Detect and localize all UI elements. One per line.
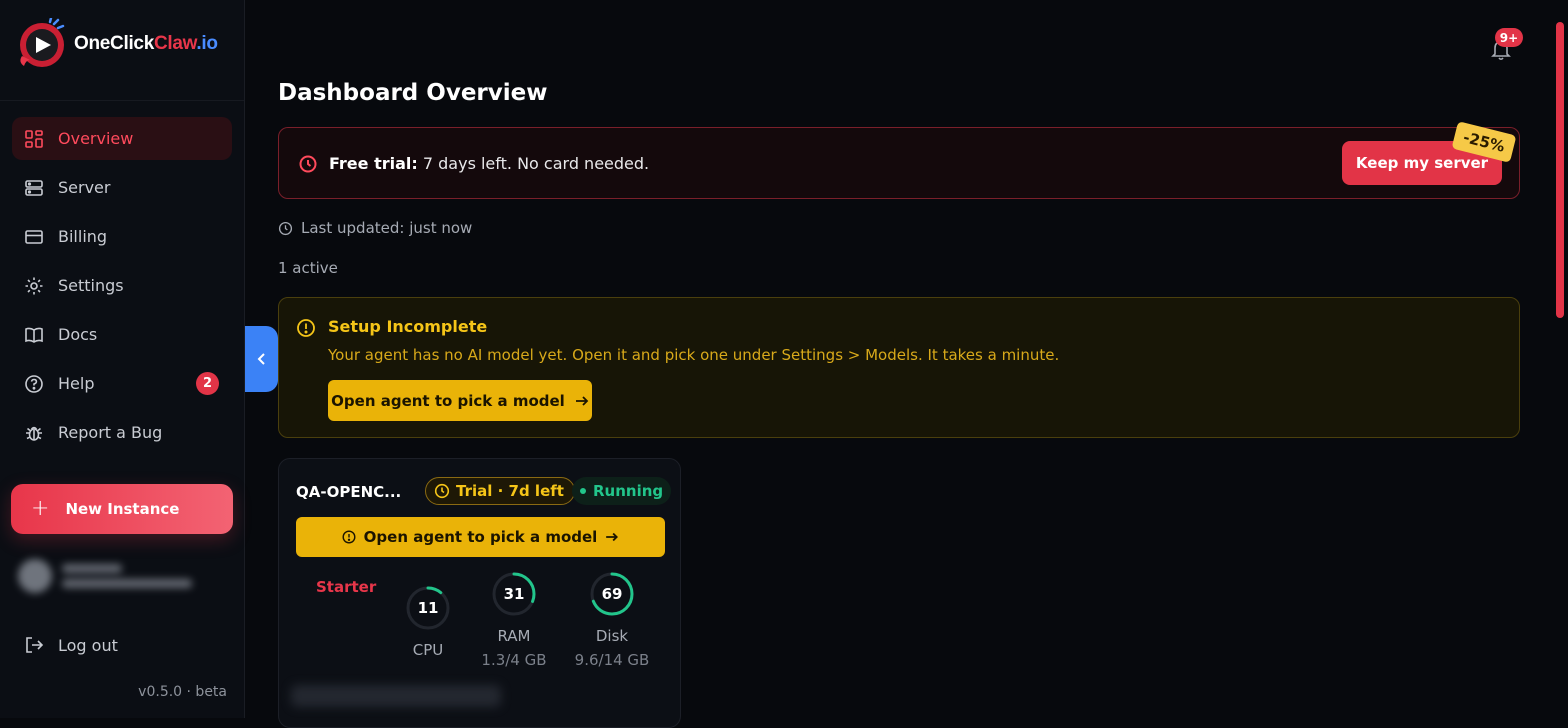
claw-logo-icon	[20, 18, 65, 67]
ram-value: 31	[503, 585, 525, 603]
cpu-gauge: 11 CPU	[403, 585, 453, 659]
trial-banner: Free trial: 7 days left. No card needed.	[278, 127, 1520, 199]
page-title: Dashboard Overview	[278, 80, 548, 106]
last-updated: Last updated: just now	[278, 219, 472, 237]
ram-label: RAM	[497, 627, 531, 645]
warning-icon	[342, 530, 356, 544]
instance-open-agent-button[interactable]: Open agent to pick a model	[296, 517, 665, 557]
disk-value: 69	[601, 585, 623, 603]
brand-logo[interactable]: OneClickClaw.io	[16, 18, 218, 70]
ram-usage: 1.3/4 GB	[481, 651, 547, 669]
sidebar: OneClickClaw.io Overview Server Billing …	[0, 0, 245, 718]
sidebar-item-help[interactable]: Help 2	[12, 362, 232, 405]
new-instance-button[interactable]: + New Instance	[11, 484, 233, 534]
logout-button[interactable]: Log out	[24, 635, 118, 655]
warning-icon	[297, 319, 315, 337]
new-instance-label: New Instance	[65, 500, 180, 518]
gear-icon	[25, 277, 43, 294]
user-profile[interactable]	[18, 552, 228, 600]
plan-label: Starter	[316, 578, 377, 596]
sidebar-item-billing[interactable]: Billing	[12, 215, 232, 258]
help-icon	[25, 374, 43, 393]
cpu-label: CPU	[412, 641, 444, 659]
arrow-right-icon	[606, 532, 619, 542]
setup-incomplete-alert: Setup Incomplete Your agent has no AI mo…	[278, 297, 1520, 438]
chevron-left-icon	[257, 353, 265, 365]
sidebar-item-overview[interactable]: Overview	[12, 117, 232, 160]
blurred-address	[291, 685, 501, 707]
sidebar-item-label: Settings	[58, 276, 124, 295]
disk-usage: 9.6/14 GB	[574, 651, 650, 669]
trial-banner-text: Free trial: 7 days left. No card needed.	[329, 154, 650, 173]
notification-count-badge: 9+	[1495, 28, 1523, 47]
sidebar-item-label: Billing	[58, 227, 108, 246]
help-count-badge: 2	[196, 372, 219, 395]
setup-description: Your agent has no AI model yet. Open it …	[328, 346, 1060, 364]
user-info-blurred	[62, 558, 192, 594]
disk-label: Disk	[595, 627, 629, 645]
trial-status-badge: Trial · 7d left	[425, 477, 575, 505]
clock-icon	[299, 155, 317, 173]
clock-icon	[278, 221, 293, 235]
sidebar-item-report-bug[interactable]: Report a Bug	[12, 411, 232, 454]
logout-icon	[26, 637, 44, 653]
bug-icon	[26, 426, 42, 441]
brand-name: OneClickClaw.io	[74, 33, 218, 54]
grid-icon	[25, 129, 43, 148]
scrollbar-thumb[interactable]	[1556, 22, 1564, 318]
plus-icon: +	[31, 496, 50, 521]
sidebar-divider	[0, 100, 244, 101]
disk-gauge: 69 Disk 9.6/14 GB	[569, 571, 655, 669]
sidebar-nav: Overview Server Billing Settings Docs He…	[12, 117, 232, 460]
cpu-value: 11	[417, 599, 439, 617]
version-label: v0.5.0 · beta	[138, 684, 227, 700]
arrow-right-icon	[575, 395, 589, 406]
running-status-badge: Running	[572, 477, 672, 505]
sidebar-item-label: Docs	[58, 325, 98, 344]
sidebar-item-label: Overview	[58, 129, 134, 148]
active-count: 1 active	[278, 259, 338, 277]
logout-label: Log out	[58, 635, 118, 655]
status-dot	[580, 488, 586, 494]
sidebar-item-server[interactable]: Server	[12, 166, 232, 209]
sidebar-item-label: Report a Bug	[58, 423, 163, 442]
server-icon	[25, 179, 43, 196]
sidebar-item-label: Server	[58, 178, 111, 197]
sidebar-item-settings[interactable]: Settings	[12, 264, 232, 307]
avatar	[18, 559, 52, 593]
setup-title: Setup Incomplete	[328, 317, 488, 336]
sidebar-item-label: Help	[58, 374, 95, 393]
card-icon	[25, 229, 43, 244]
book-icon	[25, 327, 43, 343]
instance-name: QA-OPENC...	[296, 483, 402, 501]
ram-gauge: 31 RAM 1.3/4 GB	[475, 571, 553, 669]
sidebar-item-docs[interactable]: Docs	[12, 313, 232, 356]
clock-icon	[434, 483, 450, 499]
open-agent-button[interactable]: Open agent to pick a model	[328, 380, 592, 421]
instance-card[interactable]: QA-OPENC... Trial · 7d left Running Open…	[278, 458, 681, 728]
collapse-sidebar-button[interactable]	[245, 326, 278, 392]
